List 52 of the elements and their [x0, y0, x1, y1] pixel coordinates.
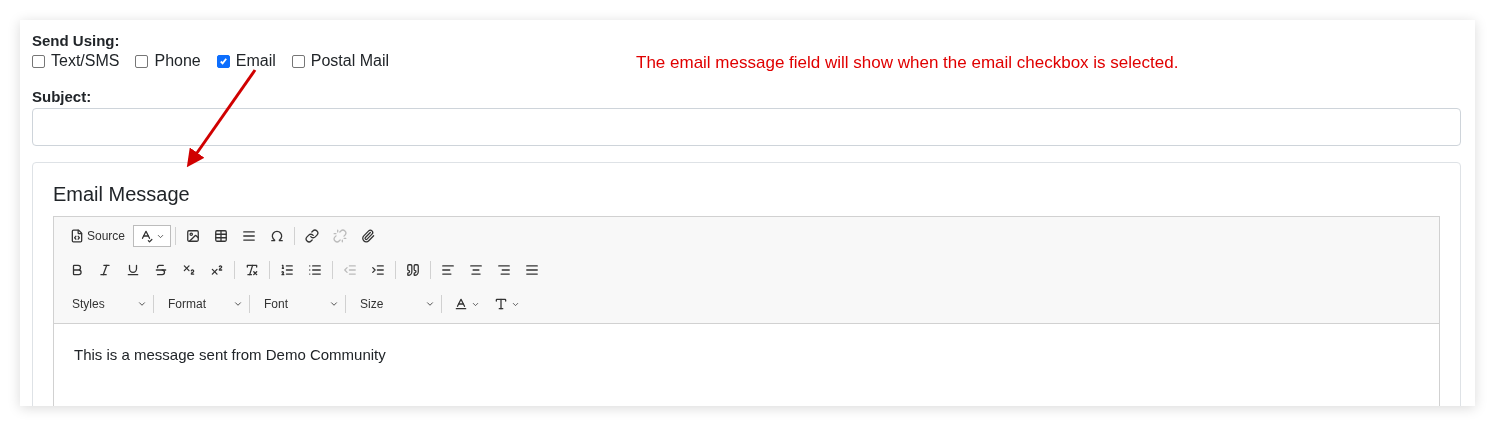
spellcheck-button[interactable]: [133, 225, 172, 247]
field-label: Subject:: [32, 88, 93, 105]
dropdown[interactable]: Size: [352, 295, 442, 313]
checkbox[interactable]: [291, 54, 305, 68]
checkbox-option[interactable]: Email: [216, 52, 276, 70]
italic-icon: [98, 263, 112, 277]
checkbox-option[interactable]: Phone: [135, 52, 201, 70]
link-icon: [305, 229, 320, 243]
indent-icon: [371, 263, 385, 277]
special-character-icon: [270, 229, 285, 243]
subject-field[interactable]: [32, 108, 1461, 146]
spellcheck-icon: [139, 229, 154, 243]
annotation-text: The email message field will show when the email checkbox is selected.: [636, 53, 1179, 73]
bold-icon: [70, 263, 84, 277]
underline-icon: [126, 263, 140, 277]
dropdown[interactable]: Styles: [64, 295, 154, 313]
numbered-list-icon: [280, 263, 294, 277]
checkbox[interactable]: [216, 54, 230, 68]
checkbox[interactable]: [32, 54, 45, 68]
check-icon: [218, 56, 228, 66]
subscript-icon: [182, 263, 196, 277]
image-icon: [186, 229, 201, 243]
blockquote-icon: [406, 263, 420, 277]
attachment-icon: [361, 229, 376, 243]
clear-formatting-icon: [245, 263, 259, 277]
align-left-icon: [441, 263, 455, 277]
align-center-icon: [469, 263, 483, 277]
dropdown[interactable]: Format: [160, 295, 250, 313]
unlink-icon: [333, 229, 348, 243]
panel-title: Email Message: [53, 183, 191, 206]
caret-icon: [329, 299, 339, 309]
source-icon: [70, 229, 84, 243]
outdent-icon: [343, 263, 357, 277]
align-right-icon: [497, 263, 511, 277]
checkbox-option[interactable]: Text/SMS: [32, 52, 120, 70]
caret-icon: [137, 299, 147, 309]
caret-icon: [233, 299, 243, 309]
source-button[interactable]: Source: [64, 225, 132, 247]
strikethrough-icon: [154, 263, 168, 277]
table-icon: [214, 229, 229, 243]
dropdown[interactable]: Font: [256, 295, 346, 313]
horizontal-line-icon: [242, 229, 257, 243]
checkbox[interactable]: [135, 54, 149, 68]
superscript-icon: [210, 263, 224, 277]
justify-icon: [525, 263, 539, 277]
field-label: Send Using:: [32, 32, 121, 49]
text-color-icon: [454, 297, 468, 311]
bullet-list-icon: [308, 263, 322, 277]
checkbox-option[interactable]: Postal Mail: [291, 52, 389, 70]
message-text: This is a message sent from Demo Community: [74, 346, 386, 363]
background-color-icon: [494, 297, 508, 311]
caret-icon: [425, 299, 435, 309]
